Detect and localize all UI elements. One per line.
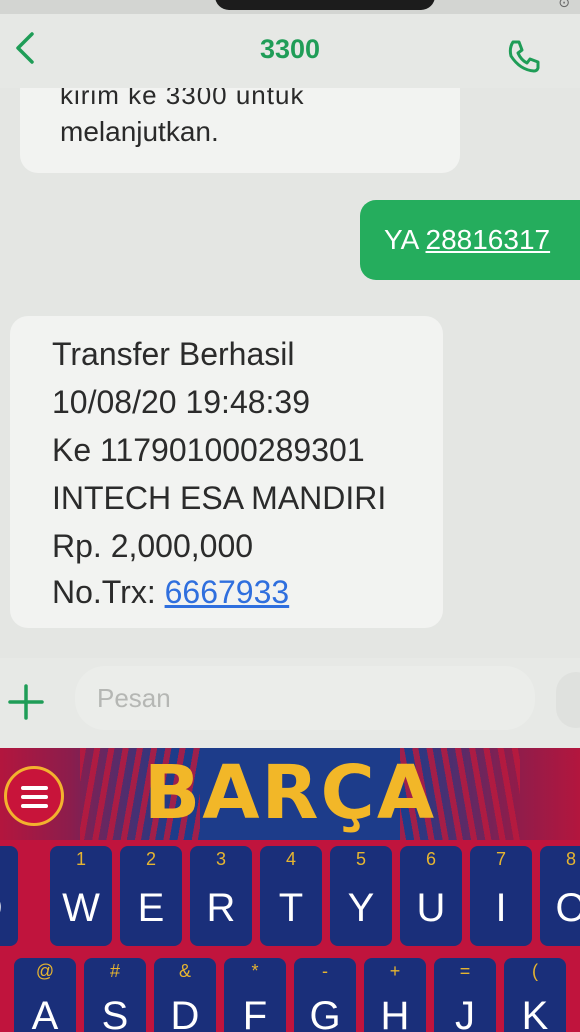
transfer-amount: Rp. 2,000,000 — [52, 528, 254, 564]
message-composer — [0, 658, 580, 748]
key-g[interactable]: -G — [294, 958, 356, 1032]
transfer-status: Transfer Berhasil — [52, 336, 295, 372]
transfer-recipient: INTECH ESA MANDIRI — [52, 480, 387, 516]
send-button[interactable] — [556, 672, 580, 728]
key-d[interactable]: & D — [154, 958, 216, 1032]
key-i[interactable]: 7I — [470, 846, 532, 946]
contact-name: 3300 — [259, 34, 321, 64]
phone-icon — [508, 40, 540, 73]
camera-notch — [215, 0, 435, 10]
status-bar: ⊙ — [0, 0, 580, 14]
transfer-datetime: 10/08/20 19:48:39 — [52, 384, 311, 420]
hamburger-icon — [21, 786, 48, 790]
trx-number-link[interactable]: 6667933 — [165, 574, 290, 610]
transfer-account: Ke 117901000289301 — [52, 432, 365, 468]
key-a[interactable]: @ A — [14, 958, 76, 1032]
key-w[interactable]: 1W — [50, 846, 112, 946]
keys-area: Q 1W 2E 3R 4T 5Y 6U 7I 8O 9P @A #S &D *F… — [0, 840, 580, 1032]
outgoing-message: YA 28816317 — [360, 200, 580, 280]
key-u[interactable]: 6U — [400, 846, 462, 946]
key-r[interactable]: 3R — [190, 846, 252, 946]
call-button[interactable] — [504, 36, 544, 76]
keyboard-menu-button[interactable] — [4, 766, 64, 826]
key-k[interactable]: (K — [504, 958, 566, 1032]
message-text: melanjutkan. — [60, 116, 219, 147]
keyboard-theme-banner: BARÇA — [0, 748, 580, 840]
key-q[interactable]: Q — [0, 846, 18, 946]
key-o[interactable]: 8O — [540, 846, 580, 946]
incoming-message-transfer: Transfer Berhasil 10/08/20 19:48:39 Ke 1… — [10, 316, 443, 628]
hamburger-icon — [21, 795, 48, 799]
keyboard: BARÇA Q 1W 2E 3R 4T 5Y 6U 7I 8O 9P @A #S… — [0, 748, 580, 1032]
key-y[interactable]: 5Y — [330, 846, 392, 946]
hamburger-icon — [21, 804, 48, 808]
outgoing-message-text: YA 28816317 — [384, 224, 550, 256]
key-j[interactable]: = J — [434, 958, 496, 1032]
key-t[interactable]: 4T — [260, 846, 322, 946]
plus-icon — [8, 684, 44, 720]
reply-prefix: YA — [384, 224, 418, 255]
banner-title: BARÇA — [143, 750, 437, 836]
key-e[interactable]: 2E — [120, 846, 182, 946]
message-input[interactable] — [75, 666, 535, 730]
trx-label: No.Trx: — [52, 574, 165, 610]
message-cut-line: kirim ke 3300 untuk — [60, 88, 305, 110]
key-f[interactable]: * F — [224, 958, 286, 1032]
message-list[interactable]: kirim ke 3300 untuk melanjutkan. YA 2881… — [0, 88, 580, 658]
transfer-trx: No.Trx: 6667933 — [52, 574, 289, 611]
alarm-icon: ⊙ — [558, 0, 570, 11]
key-s[interactable]: # S — [84, 958, 146, 1032]
key-h[interactable]: + H — [364, 958, 426, 1032]
incoming-message-previous: kirim ke 3300 untuk melanjutkan. — [20, 88, 460, 173]
reply-code-link[interactable]: 28816317 — [426, 224, 551, 255]
conversation-header: 3300 — [0, 14, 580, 88]
add-attachment-button[interactable] — [6, 682, 46, 722]
